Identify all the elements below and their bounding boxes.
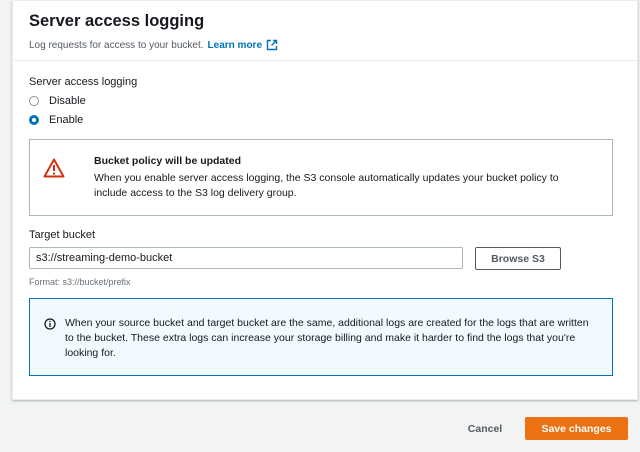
learn-more-link[interactable]: Learn more [208, 40, 262, 51]
info-text: When your source bucket and target bucke… [65, 317, 589, 359]
target-bucket-input[interactable]: s3://streaming-demo-bucket [29, 247, 463, 269]
radio-disable-circle[interactable] [29, 96, 39, 106]
warning-icon [43, 158, 65, 178]
server-access-logging-panel: Server access logging Log requests for a… [12, 0, 638, 400]
radio-enable[interactable]: Enable [29, 114, 83, 126]
radio-enable-circle[interactable] [29, 115, 39, 125]
save-changes-button[interactable]: Save changes [525, 417, 628, 440]
warning-text: When you enable server access logging, t… [94, 172, 559, 199]
logging-field-label: Server access logging [29, 76, 138, 88]
external-link-icon[interactable] [266, 39, 278, 51]
panel-description: Log requests for access to your bucket. … [29, 39, 637, 51]
same-bucket-info-alert: When your source bucket and target bucke… [29, 298, 613, 376]
panel-header: Server access logging Log requests for a… [13, 1, 637, 61]
panel-title: Server access logging [29, 12, 205, 30]
radio-enable-label: Enable [49, 114, 84, 126]
browse-s3-button[interactable]: Browse S3 [475, 247, 561, 270]
format-hint: Format: s3://bucket/prefix [29, 277, 131, 287]
info-icon [44, 318, 56, 330]
warning-title: Bucket policy will be updated [94, 155, 242, 167]
radio-disable[interactable]: Disable [29, 95, 86, 107]
target-bucket-label: Target bucket [29, 229, 96, 241]
radio-disable-label: Disable [49, 95, 86, 107]
description-text: Log requests for access to your bucket. [29, 39, 204, 51]
cancel-button[interactable]: Cancel [458, 419, 512, 439]
bucket-policy-warning: Bucket policy will be updated When you e… [29, 139, 613, 216]
